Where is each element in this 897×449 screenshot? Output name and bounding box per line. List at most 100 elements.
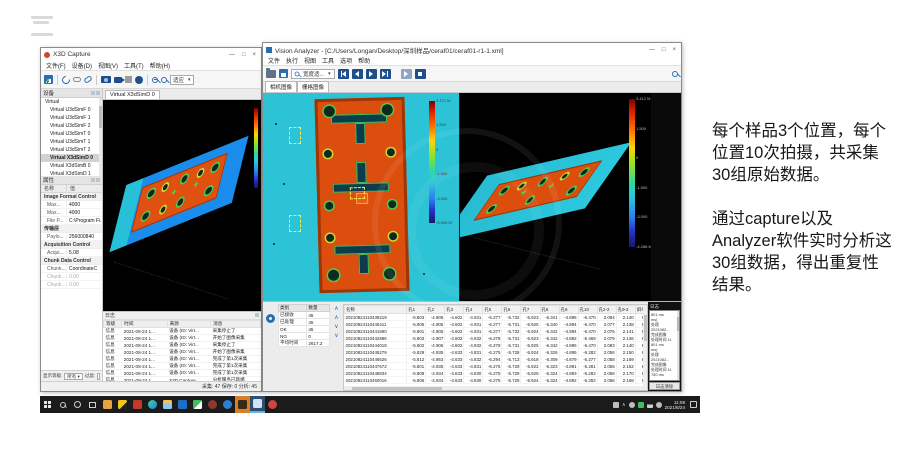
panel-collapse-icon[interactable] xyxy=(96,178,100,182)
table-row[interactable]: 20210824110447672-5.801-4.935-4.633-4.83… xyxy=(345,363,648,370)
property-group[interactable]: Acquisition Control xyxy=(41,241,102,249)
refresh-icon[interactable] xyxy=(60,74,71,85)
gear-icon[interactable] xyxy=(266,314,275,323)
column-header[interactable]: 孔6 xyxy=(502,306,521,314)
results-vscrollbar[interactable] xyxy=(643,305,647,390)
search-icon[interactable] xyxy=(55,396,70,413)
table-row[interactable]: 信息2021-08-24 1...设备 (ID: Virt...完成了第1次采集 xyxy=(104,363,261,370)
device-tree-item[interactable]: Virtual U3dSimF 2 xyxy=(41,122,102,130)
level-select[interactable]: 所有 ▾ xyxy=(64,373,83,380)
last-frame-button[interactable] xyxy=(380,69,391,79)
video-capture-icon[interactable] xyxy=(114,77,122,83)
property-group[interactable]: 传输层 xyxy=(41,225,102,233)
view-zoom-select[interactable]: 宽度适...▼ xyxy=(291,69,335,79)
step-back-button[interactable] xyxy=(352,69,363,79)
stop-icon[interactable] xyxy=(125,76,132,83)
scroll-down-icon[interactable]: ∨ xyxy=(334,324,338,330)
cortana-icon[interactable] xyxy=(70,396,85,413)
zoom-out-icon[interactable] xyxy=(152,77,158,83)
menu-item[interactable]: 工具 xyxy=(319,56,337,65)
tree-scrollbar[interactable] xyxy=(99,98,102,176)
taskbar-app-icon[interactable] xyxy=(100,396,115,413)
disconnect-icon[interactable] xyxy=(73,77,81,82)
panel-close-icon[interactable] xyxy=(96,91,100,95)
action-center-icon[interactable] xyxy=(690,401,697,408)
panel-refresh-icon[interactable] xyxy=(91,91,95,95)
device-tree-item[interactable]: Virtual U3dSimF 0 xyxy=(41,106,102,114)
column-header[interactable]: 孔2 xyxy=(426,306,445,314)
column-header[interactable]: 孔10 xyxy=(578,306,597,314)
cloud-icon[interactable] xyxy=(629,402,635,408)
network-icon[interactable] xyxy=(647,402,653,408)
zoom-fit-icon[interactable] xyxy=(161,77,167,83)
minimize-button[interactable]: — xyxy=(229,52,235,58)
image-tab[interactable]: 栅格图像 xyxy=(297,81,329,92)
column-header[interactable]: 孔9-2 xyxy=(616,306,635,314)
table-row[interactable]: 20210824110448834-5.808-4.934-4.633-4.83… xyxy=(345,370,648,377)
column-header[interactable]: 孔7 xyxy=(521,306,540,314)
table-row[interactable]: OK45 xyxy=(279,326,330,333)
property-row[interactable]: Chunk...0.00 xyxy=(41,281,102,289)
property-row[interactable]: Paylo...256000840 xyxy=(41,233,102,241)
edge-browser-icon[interactable] xyxy=(145,396,160,413)
column-header[interactable]: 孔3 xyxy=(445,306,464,314)
device-tree-root[interactable]: Virtual xyxy=(41,98,102,106)
table-row[interactable]: 已接收45 xyxy=(279,312,330,319)
table-row[interactable]: 20210824110442886-5.803-4.907-4.602-4.93… xyxy=(345,335,648,342)
minimize-button[interactable]: — xyxy=(649,47,655,53)
column-header[interactable]: 孔4 xyxy=(464,306,483,314)
record-icon[interactable] xyxy=(135,76,143,84)
zoom-in-icon[interactable] xyxy=(44,79,49,81)
table-row[interactable]: 信息2021-08-24 1...设备 (ID: Virt...完成了第1次采集 xyxy=(104,356,261,363)
log-scrollbar[interactable] xyxy=(677,311,680,380)
column-header[interactable]: 时间 xyxy=(122,321,167,328)
zoom-mode-select[interactable]: 适应▼ xyxy=(170,75,194,85)
column-header[interactable]: 来源 xyxy=(167,321,211,328)
taskbar-app-icon[interactable] xyxy=(205,396,220,413)
device-tree-item[interactable]: Virtual X3dSimD 0 xyxy=(41,154,102,162)
table-row[interactable]: 信息2021-08-24 1...设备 (ID: Virt...采集停止了 xyxy=(104,342,261,349)
play-button[interactable] xyxy=(366,69,377,79)
device-tree-item[interactable]: Virtual U3dSimT 1 xyxy=(41,138,102,146)
viewport-tab[interactable]: Virtual X3dSimD 0 xyxy=(105,90,160,99)
property-row[interactable]: Max...4000 xyxy=(41,209,102,217)
column-header[interactable]: 等级 xyxy=(104,321,122,328)
menu-item[interactable]: 执行 xyxy=(283,56,301,65)
table-row[interactable]: 信息2021-08-24 1...设备 (ID: Virt...采集停止了 xyxy=(104,328,261,335)
property-row[interactable]: File P...C:\Program Fi... xyxy=(41,217,102,225)
processing-log-list[interactable]: 801 msms)处理2021082...完成图像处理时间 11801 msms… xyxy=(649,310,680,381)
scroll-up-icon[interactable]: ∧ xyxy=(334,315,338,321)
table-row[interactable]: 20210824110439219-5.803-4.905-4.602-4.93… xyxy=(345,314,648,321)
menu-item[interactable]: 帮助(H) xyxy=(147,61,173,70)
column-header[interactable]: 孔1 xyxy=(407,306,426,314)
device-tree-item[interactable]: Virtual X3dSimB 0 xyxy=(41,162,102,170)
table-row[interactable]: 20210824110445279-5.829-4.935-4.633-4.83… xyxy=(345,349,648,356)
menu-item[interactable]: 文件(F) xyxy=(43,61,69,70)
property-row[interactable]: Chunk...0.00 xyxy=(41,273,102,281)
results-hscrollbar[interactable] xyxy=(344,386,647,390)
menu-item[interactable]: 视图(V) xyxy=(95,61,121,70)
image-tab[interactable]: 相机图像 xyxy=(265,81,297,92)
column-header[interactable]: 消息 xyxy=(211,321,261,328)
stop-run-button[interactable] xyxy=(415,69,426,79)
table-row[interactable]: 20210824110444018-5.802-4.906-4.602-4.93… xyxy=(345,342,648,349)
taskbar-app-icon[interactable] xyxy=(220,396,235,413)
tray-app-icon[interactable] xyxy=(638,402,644,408)
table-row[interactable]: NG0 xyxy=(279,333,330,340)
menu-item[interactable]: 视图 xyxy=(301,56,319,65)
column-header[interactable]: 孔9 xyxy=(559,306,578,314)
table-row[interactable]: 20210824110441590-5.801-4.905-4.602-4.93… xyxy=(345,328,648,335)
volume-icon[interactable] xyxy=(656,402,662,408)
column-header[interactable]: 孔8 xyxy=(540,306,559,314)
taskbar-clock[interactable]: 11:09 2021/8/24 xyxy=(665,400,685,410)
capture-titlebar[interactable]: X3D Capture — □ × xyxy=(41,48,261,61)
taskbar-app-icon[interactable] xyxy=(130,396,145,413)
property-row[interactable]: Chunk...CoordinateC xyxy=(41,265,102,273)
capture-3d-viewport[interactable] xyxy=(103,100,261,311)
filter-input[interactable] xyxy=(97,373,100,380)
task-view-icon[interactable] xyxy=(85,396,100,413)
column-header[interactable]: 名称 xyxy=(345,306,407,314)
start-button[interactable] xyxy=(40,396,55,413)
snapshot-icon[interactable] xyxy=(101,76,111,83)
device-tree-item[interactable]: Virtual X3dSimD 1 xyxy=(41,170,102,176)
